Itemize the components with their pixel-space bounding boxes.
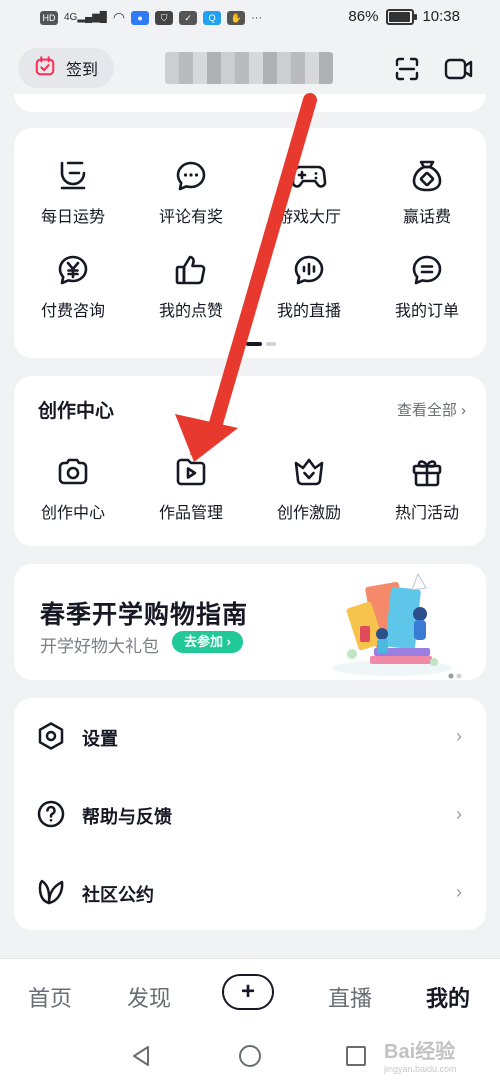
system-navigation-bar: Bai经验 jingyan.baidu.com [0, 1030, 500, 1083]
service-my-likes[interactable]: 我的点赞 [132, 250, 250, 321]
status-bar: HD 4G▂▄▆█ ◠ ● ⛉ ✓ Q ✋ ··· 86% 10:38 [0, 0, 500, 38]
help-feedback-row[interactable]: 帮助与反馈 › [14, 784, 486, 844]
nav-discover[interactable]: 发现 [127, 981, 171, 1013]
service-paid-consult[interactable]: 付费咨询 [14, 250, 132, 321]
gift-icon [368, 452, 486, 492]
chevron-right-icon: › [456, 726, 462, 746]
plus-icon: + [240, 978, 255, 1005]
service-my-orders[interactable]: 我的订单 [368, 250, 486, 321]
gamepad-icon [250, 156, 368, 196]
live-icon [250, 250, 368, 290]
previous-card-edge [14, 94, 486, 112]
create-plus-button[interactable]: + [222, 974, 274, 1010]
check-icon: ✓ [179, 10, 198, 25]
leaf-icon [36, 877, 66, 907]
creation-center-card: 创作中心 查看全部 › 创作中心 作品管理 创作激励 热门活动 [14, 376, 486, 546]
baidu-watermark: Bai经验 jingyan.baidu.com [384, 1041, 457, 1074]
page-indicator [246, 334, 276, 352]
fortune-icon [14, 156, 132, 196]
checkin-label: 签到 [65, 62, 98, 79]
home-circle-icon[interactable] [238, 1044, 262, 1073]
crown-icon [250, 452, 368, 492]
blurred-username [165, 52, 333, 84]
money-bag-icon [368, 156, 486, 196]
video-folder-icon [132, 452, 250, 492]
books-illustration [322, 570, 462, 678]
service-win-credit[interactable]: 赢话费 [368, 156, 486, 227]
works-management-item[interactable]: 作品管理 [132, 452, 250, 523]
creation-center-title: 创作中心 [38, 401, 115, 422]
banner-page-indicator [448, 666, 462, 680]
banner-title: 春季开学购物指南 [40, 601, 249, 629]
nav-home[interactable]: 首页 [28, 981, 72, 1013]
settings-hexagon-icon [36, 721, 66, 751]
wifi-icon: ◠ [112, 9, 126, 25]
more-dots-icon: ··· [251, 11, 263, 24]
scan-icon[interactable] [392, 54, 422, 84]
settings-card: 设置 › 帮助与反馈 › 社区公约 › [14, 698, 486, 930]
calendar-check-icon [34, 55, 56, 82]
chevron-right-icon: › [456, 804, 462, 824]
hd-icon: HD [40, 10, 58, 25]
battery-percent: 86% [348, 8, 379, 25]
nav-me[interactable]: 我的 [426, 981, 470, 1013]
search-app-icon: Q [203, 10, 222, 25]
chevron-right-icon: › [456, 402, 466, 419]
promo-banner[interactable]: 春季开学购物指南 开学好物大礼包 去参加 › [14, 564, 486, 680]
shield-icon: ⛉ [155, 10, 174, 25]
video-camera-icon[interactable] [444, 54, 474, 84]
service-comment-reward[interactable]: 评论有奖 [132, 156, 250, 227]
hand-icon: ✋ [227, 10, 246, 25]
join-button[interactable]: 去参加 › [172, 631, 243, 653]
battery-icon [386, 8, 418, 25]
hot-activities-item[interactable]: 热门活动 [368, 452, 486, 523]
comment-icon [132, 156, 250, 196]
status-icons: HD 4G▂▄▆█ ◠ ● ⛉ ✓ Q ✋ ··· [40, 9, 262, 26]
services-card: 每日运势 评论有奖 游戏大厅 赢话费 付费咨询 我的点赞 我的直播 我的订单 [14, 128, 486, 358]
order-icon [368, 250, 486, 290]
bottom-nav: 首页 发现 + 直播 我的 [0, 958, 500, 1031]
nav-live[interactable]: 直播 [328, 981, 372, 1013]
service-game-hall[interactable]: 游戏大厅 [250, 156, 368, 227]
clock: 10:38 [422, 8, 460, 25]
camera-icon [14, 452, 132, 492]
community-rules-row[interactable]: 社区公约 › [14, 862, 486, 922]
app-notification-icon: ● [131, 10, 150, 25]
view-all-link[interactable]: 查看全部 › [397, 399, 466, 420]
creation-incentive-item[interactable]: 创作激励 [250, 452, 368, 523]
checkin-button[interactable]: 签到 [18, 48, 114, 88]
help-icon [36, 799, 66, 829]
settings-row[interactable]: 设置 › [14, 706, 486, 766]
signal-icon: 4G▂▄▆█ [64, 12, 107, 23]
service-my-live[interactable]: 我的直播 [250, 250, 368, 321]
back-triangle-icon[interactable] [130, 1044, 152, 1073]
banner-subtitle: 开学好物大礼包 [40, 637, 159, 656]
yen-icon [14, 250, 132, 290]
recents-square-icon[interactable] [345, 1045, 367, 1072]
service-daily-fortune[interactable]: 每日运势 [14, 156, 132, 227]
creation-center-item[interactable]: 创作中心 [14, 452, 132, 523]
chevron-right-icon: › [456, 882, 462, 902]
thumbs-up-icon [132, 250, 250, 290]
profile-header: 签到 [0, 40, 500, 100]
